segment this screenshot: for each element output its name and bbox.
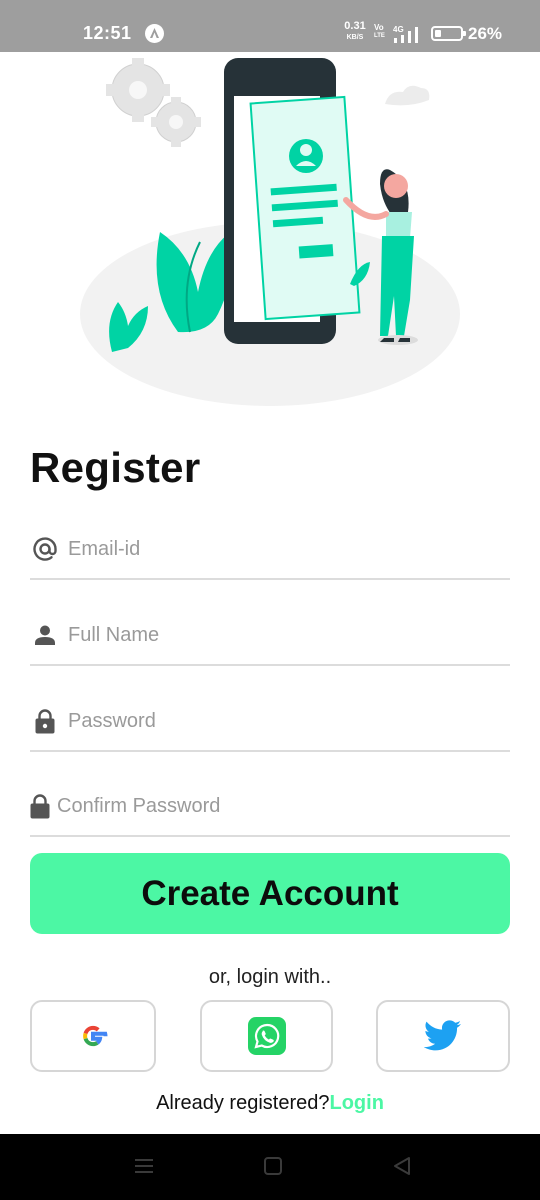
volte-top: Vo	[374, 23, 384, 32]
signal-icon: 4G	[393, 24, 425, 49]
email-field	[30, 520, 510, 580]
volte-bottom: LTE	[374, 33, 385, 39]
network-speed: 0.31 KB/S	[343, 20, 367, 42]
twitter-icon	[424, 1020, 461, 1051]
whatsapp-login-button[interactable]	[200, 1000, 333, 1072]
confirm-password-input[interactable]	[57, 787, 487, 825]
network-speed-value: 0.31	[344, 20, 366, 32]
back-icon[interactable]	[392, 1156, 412, 1176]
google-login-button[interactable]	[30, 1000, 156, 1072]
google-icon	[83, 1025, 108, 1047]
network-speed-unit: KB/S	[346, 34, 364, 41]
menu-icon[interactable]	[134, 1156, 154, 1176]
twitter-login-button[interactable]	[376, 1000, 510, 1072]
full-name-input[interactable]	[68, 616, 498, 654]
home-icon[interactable]	[263, 1156, 283, 1176]
already-registered-text: Already registered?	[156, 1092, 330, 1114]
status-time: 12:51	[83, 23, 132, 43]
notification-a-icon	[145, 24, 164, 43]
volte-indicator: Vo LTE	[374, 23, 386, 41]
password-field	[30, 692, 510, 752]
battery-percent: 26%	[468, 24, 503, 43]
page-title: Register	[30, 444, 201, 491]
social-login-label: or, login with..	[208, 966, 332, 988]
password-input[interactable]	[68, 702, 498, 740]
lock-icon	[30, 794, 50, 819]
battery-icon	[431, 26, 466, 41]
status-bar: 12:51 0.31 KB/S Vo LTE 4G 26%	[0, 0, 540, 52]
confirm-password-field	[30, 777, 510, 837]
login-link[interactable]: Login	[330, 1092, 384, 1114]
navigation-bar	[0, 1134, 540, 1200]
already-registered: Already registered?Login	[0, 1092, 540, 1115]
register-illustration	[80, 58, 460, 406]
person-icon	[35, 625, 55, 645]
lock-icon	[35, 709, 55, 734]
network-type: 4G	[393, 25, 404, 34]
create-account-button[interactable]: Create Account	[30, 853, 510, 934]
email-input[interactable]	[68, 530, 498, 568]
at-icon	[33, 537, 57, 561]
full-name-field	[30, 606, 510, 666]
whatsapp-icon	[247, 1017, 286, 1055]
